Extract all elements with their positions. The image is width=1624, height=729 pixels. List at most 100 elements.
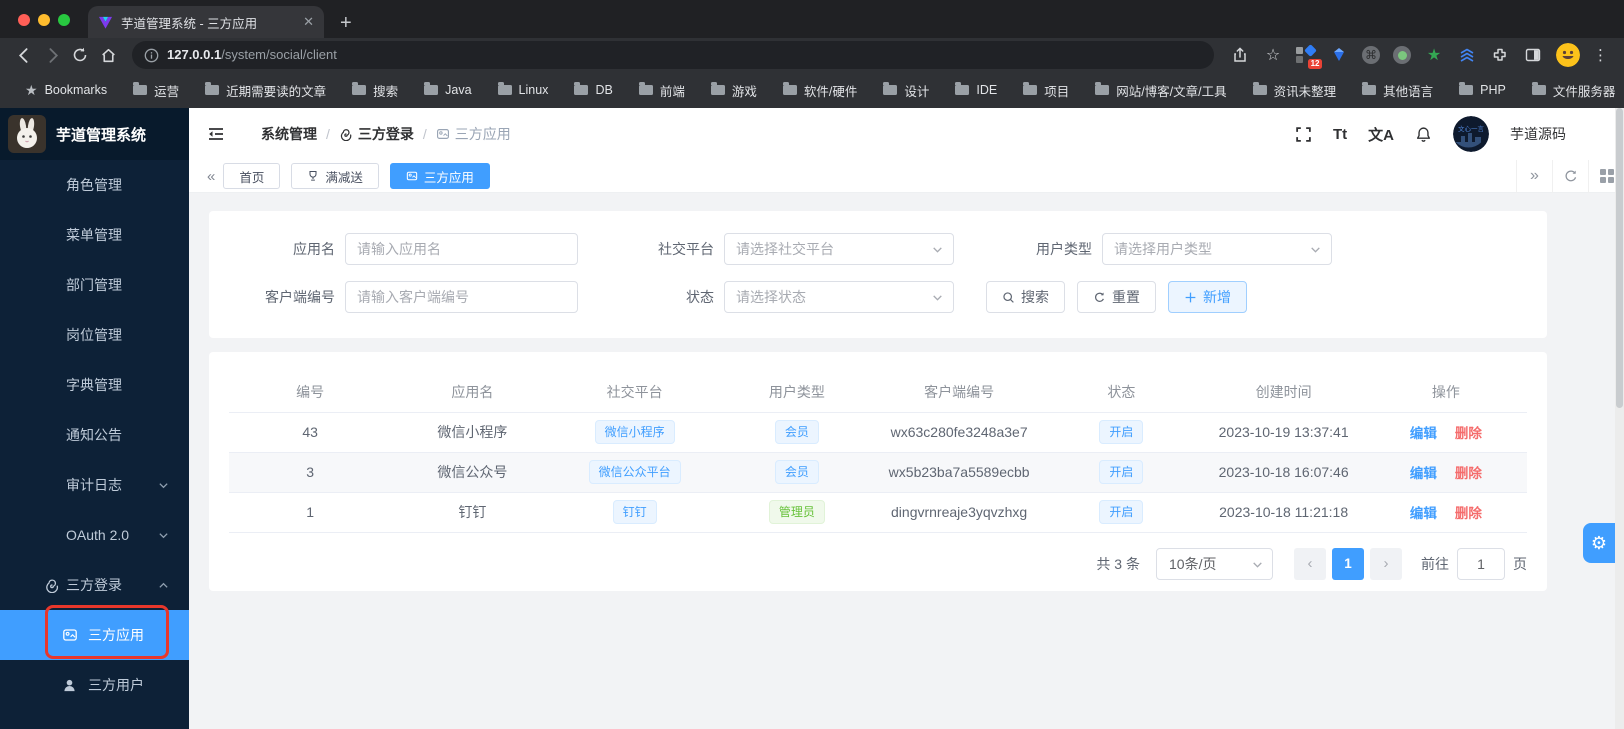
sidebar-item-notice[interactable]: 通知公告	[0, 410, 189, 460]
bookmarks-root[interactable]: ★Bookmarks	[16, 78, 116, 102]
tag-promotion[interactable]: 满减送	[291, 163, 379, 189]
platform-select[interactable]: 请选择社交平台	[724, 233, 954, 265]
bookmark-star-icon[interactable]: ☆	[1263, 45, 1283, 65]
bookmark-folder[interactable]: IDE	[946, 78, 1006, 102]
extension-recorder-icon[interactable]	[1393, 46, 1411, 64]
bookmark-folder[interactable]: 设计	[874, 78, 938, 102]
sidebar-item-post[interactable]: 岗位管理	[0, 310, 189, 360]
tags-scroll-right-icon[interactable]: »	[1516, 160, 1552, 193]
sidebar-item-oauth[interactable]: OAuth 2.0	[0, 510, 189, 560]
edit-link[interactable]: 编辑	[1410, 506, 1437, 521]
share-icon[interactable]	[1230, 45, 1250, 65]
browser-menu-icon[interactable]: ⋮	[1593, 46, 1608, 64]
tag-social-client[interactable]: 三方应用	[390, 163, 490, 189]
browser-profile-avatar[interactable]	[1556, 43, 1580, 67]
sidebar-logo[interactable]: 芋道管理系统	[0, 108, 189, 160]
tag-home[interactable]: 首页	[223, 163, 280, 189]
user-avatar[interactable]: 文心一言	[1453, 116, 1489, 152]
sidebar-item-dept[interactable]: 部门管理	[0, 260, 189, 310]
next-page-button[interactable]: ›	[1370, 548, 1402, 580]
prev-page-button[interactable]: ‹	[1294, 548, 1326, 580]
bookmark-folder[interactable]: 软件/硬件	[774, 78, 866, 102]
search-button[interactable]: 搜索	[986, 281, 1065, 313]
collapse-sidebar-icon[interactable]	[207, 125, 225, 143]
delete-link[interactable]: 删除	[1455, 506, 1482, 521]
status-label: 状态	[578, 287, 724, 307]
new-tab-button[interactable]: +	[340, 8, 352, 38]
user-type-select[interactable]: 请选择用户类型	[1102, 233, 1332, 265]
bookmark-folder[interactable]: Linux	[489, 78, 558, 102]
bookmark-folder[interactable]: 前端	[630, 78, 694, 102]
breadcrumb-system[interactable]: 系统管理	[261, 124, 317, 144]
extension-tabs-icon[interactable]: 12	[1296, 45, 1316, 65]
edit-link[interactable]: 编辑	[1410, 466, 1437, 481]
forward-icon[interactable]	[38, 41, 66, 69]
tab-close-icon[interactable]: ✕	[303, 14, 314, 30]
scrollbar-thumb[interactable]	[1616, 108, 1623, 408]
bookmark-folder[interactable]: 近期需要读的文章	[196, 78, 335, 102]
home-icon[interactable]	[94, 41, 122, 69]
language-icon[interactable]: 文A	[1368, 124, 1394, 145]
page-size-select[interactable]: 10条/页	[1156, 548, 1273, 580]
fullscreen-icon[interactable]	[1295, 126, 1312, 143]
extension-gem-icon[interactable]	[1329, 45, 1349, 65]
sidebar-item-role[interactable]: 角色管理	[0, 160, 189, 210]
col-user-type: 用户类型	[716, 372, 878, 412]
app-name-input[interactable]	[345, 233, 578, 265]
bookmark-folder[interactable]: 搜索	[343, 78, 407, 102]
reset-button[interactable]: 重置	[1077, 281, 1156, 313]
extension-star-icon[interactable]: ★	[1424, 45, 1444, 65]
site-info-icon[interactable]	[144, 48, 159, 63]
client-id-input[interactable]	[345, 281, 578, 313]
address-bar[interactable]: 127.0.0.1/system/social/client	[132, 41, 1214, 69]
logo-rabbit-image	[8, 115, 46, 153]
delete-link[interactable]: 删除	[1455, 426, 1482, 441]
add-button[interactable]: 新增	[1168, 281, 1247, 313]
bookmark-folder[interactable]: 游戏	[702, 78, 766, 102]
status-select[interactable]: 请选择状态	[724, 281, 954, 313]
bookmark-folder[interactable]: PHP	[1450, 78, 1515, 102]
close-window-button[interactable]	[18, 14, 30, 26]
extension-layers-icon[interactable]	[1457, 45, 1477, 65]
bookmark-folder[interactable]: 项目	[1014, 78, 1078, 102]
folder-icon	[1253, 85, 1267, 95]
edit-link[interactable]: 编辑	[1410, 426, 1437, 441]
bookmark-folder[interactable]: 资讯未整理	[1244, 78, 1346, 102]
star-icon: ★	[25, 82, 38, 99]
sidebar-item-social-client[interactable]: 三方应用	[0, 610, 189, 660]
minimize-window-button[interactable]	[38, 14, 50, 26]
sidebar-item-audit-log[interactable]: 审计日志	[0, 460, 189, 510]
sidebar-item-menu[interactable]: 菜单管理	[0, 210, 189, 260]
sidebar-item-social-login[interactable]: 三方登录	[0, 560, 189, 610]
extension-command-icon[interactable]: ⌘	[1362, 46, 1380, 64]
tags-scroll-left-icon[interactable]: «	[199, 168, 223, 185]
sidebar-item-social-user[interactable]: 三方用户	[0, 660, 189, 710]
page-number-button[interactable]: 1	[1332, 548, 1364, 580]
bookmark-folder[interactable]: Java	[415, 78, 480, 102]
settings-gear-button[interactable]: ⚙	[1583, 523, 1615, 563]
table-card: 编号 应用名 社交平台 用户类型 客户端编号 状态 创建时间 操作 43	[209, 352, 1547, 591]
refresh-page-icon[interactable]	[1552, 160, 1588, 193]
browser-tab[interactable]: 芋道管理系统 - 三方应用 ✕	[88, 6, 324, 38]
back-icon[interactable]	[10, 41, 38, 69]
delete-link[interactable]: 删除	[1455, 466, 1482, 481]
font-size-icon[interactable]: Tt	[1333, 126, 1347, 143]
side-panel-icon[interactable]	[1523, 45, 1543, 65]
app-name-label: 应用名	[229, 239, 345, 259]
reload-icon[interactable]	[66, 41, 94, 69]
bookmark-folder[interactable]: DB	[565, 78, 621, 102]
bookmark-folder[interactable]: 其他语言	[1353, 78, 1442, 102]
goto-page-input[interactable]	[1457, 548, 1505, 580]
maximize-window-button[interactable]	[58, 14, 70, 26]
bell-icon[interactable]	[1415, 126, 1432, 143]
browser-chrome: 芋道管理系统 - 三方应用 ✕ + 127.0.0.1/system/socia…	[0, 0, 1624, 108]
chevron-up-icon	[158, 580, 169, 591]
username[interactable]: 芋道源码	[1510, 124, 1566, 144]
bookmark-folder[interactable]: 网站/博客/文章/工具	[1086, 78, 1235, 102]
bookmark-folder[interactable]: 文件服务器	[1523, 78, 1624, 102]
page-scrollbar[interactable]	[1615, 108, 1624, 729]
bookmark-folder[interactable]: 运营	[124, 78, 188, 102]
extensions-puzzle-icon[interactable]	[1490, 45, 1510, 65]
sidebar-item-dict[interactable]: 字典管理	[0, 360, 189, 410]
breadcrumb-social-login[interactable]: 三方登录	[339, 124, 414, 144]
